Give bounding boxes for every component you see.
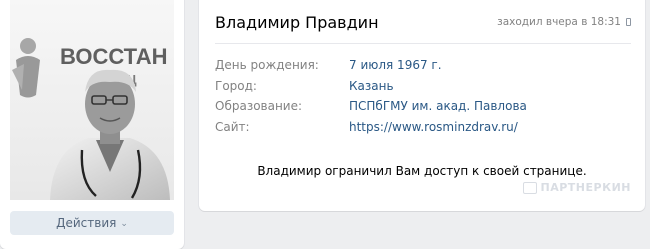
info-label: День рождения: [215, 58, 319, 73]
last-seen-text: заходил вчера в 18:31 [497, 16, 621, 28]
mobile-phone-icon [626, 18, 631, 26]
info-label: Образование: [215, 99, 303, 114]
watermark-text: ПАРТНЕРКИН [540, 181, 631, 194]
info-row-education: Образование: ПСПбГМУ им. акад. Павлова [215, 96, 631, 117]
info-value-link[interactable]: 7 июля 1967 г. [349, 58, 442, 72]
info-label: Город: [215, 78, 257, 93]
info-row-site: Сайт: https://www.rosminzdrav.ru/ [215, 117, 631, 138]
chevron-down-icon: ⌄ [120, 219, 128, 229]
info-row-city: Город: Казань [215, 76, 631, 97]
profile-photo-image: ВОССТАН ЛИТАЦ [10, 0, 174, 200]
profile-name: Владимир Правдин [215, 13, 379, 32]
profile-header: Владимир Правдин заходил вчера в 18:31 [215, 0, 631, 44]
avatar-sign-top: ВОССТАН [60, 44, 168, 69]
info-value-link[interactable]: Казань [349, 79, 394, 93]
actions-button[interactable]: Действия ⌄ [10, 211, 174, 235]
actions-button-label: Действия [56, 216, 117, 230]
info-value-link[interactable]: ПСПбГМУ им. акад. Павлова [349, 99, 527, 113]
info-value-link[interactable]: https://www.rosminzdrav.ru/ [349, 120, 518, 134]
info-row-birthday: День рождения: 7 июля 1967 г. [215, 55, 631, 76]
profile-photo[interactable]: ВОССТАН ЛИТАЦ [10, 0, 174, 200]
profile-info-list: День рождения: 7 июля 1967 г. Город: Каз… [215, 55, 631, 137]
avatar-card: ВОССТАН ЛИТАЦ Действия ⌄ [0, 0, 184, 249]
watermark: ПАРТНЕРКИН [522, 181, 631, 194]
restricted-access-message: Владимир ограничил Вам доступ к своей ст… [257, 164, 587, 178]
profile-info-card: Владимир Правдин заходил вчера в 18:31 Д… [199, 0, 645, 211]
info-label: Сайт: [215, 119, 250, 134]
partnerkin-logo-icon [522, 181, 537, 194]
last-seen-status: заходил вчера в 18:31 [497, 16, 631, 28]
